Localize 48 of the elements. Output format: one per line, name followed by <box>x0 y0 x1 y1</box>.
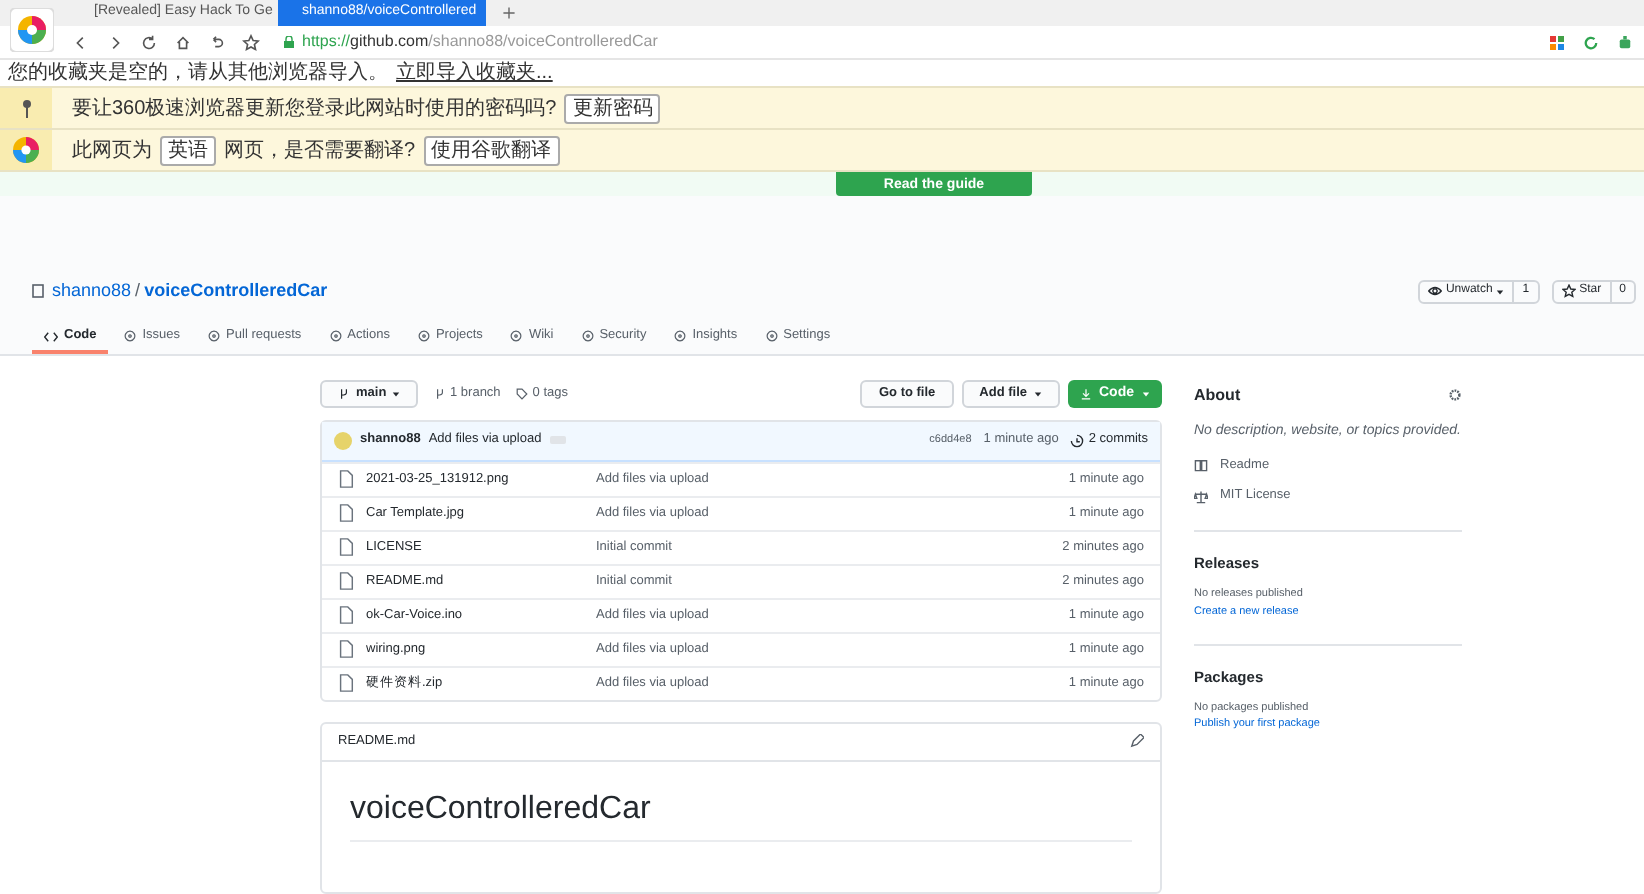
import-link[interactable]: 立即导入收藏夹... <box>396 61 553 85</box>
tab-icon <box>581 330 594 342</box>
language-button[interactable]: 英语 <box>160 135 216 165</box>
readme-heading: voiceControlleredCar <box>350 785 1132 841</box>
favorite-icon[interactable] <box>242 33 260 51</box>
infobar-message: 要让360极速浏览器更新您登录此网站时使用的密码吗? <box>72 95 557 123</box>
history-icon <box>1070 433 1085 447</box>
repo-icon <box>32 283 44 300</box>
tab-icon <box>417 330 430 342</box>
download-icon <box>1079 387 1091 399</box>
reload-icon[interactable] <box>140 33 158 51</box>
tab-icon <box>510 330 523 342</box>
browser-logo <box>10 8 54 52</box>
tab-icon <box>765 330 778 342</box>
infobar-button[interactable]: 使用谷歌翻译 <box>423 135 560 165</box>
repo-owner-link[interactable]: shanno88 <box>52 280 132 300</box>
settings-icon[interactable] <box>1448 388 1462 402</box>
caret-icon <box>1142 389 1150 397</box>
code-icon <box>44 329 58 343</box>
new-tab-icon[interactable] <box>502 6 516 20</box>
tab-icon <box>124 330 137 342</box>
eye-icon <box>1427 284 1442 299</box>
star-icon <box>1561 284 1576 299</box>
tab-icon <box>329 330 342 342</box>
refresh-icon[interactable] <box>1584 35 1598 49</box>
browser-logo <box>12 136 40 164</box>
home-icon[interactable] <box>174 33 192 51</box>
scale-icon <box>1194 489 1208 504</box>
undo-icon[interactable] <box>208 33 226 51</box>
path-separator: / <box>133 280 143 300</box>
bookmark-bar-message: 您的收藏夹是空的，请从其他浏览器导入。 <box>8 61 388 85</box>
tab-icon <box>674 330 687 342</box>
tag-icon <box>516 387 529 399</box>
avatar-icon <box>334 431 352 449</box>
lock-icon <box>284 36 294 48</box>
infobar-message: 此网页为 <box>72 137 152 165</box>
infobar-button[interactable]: 更新密码 <box>564 93 661 123</box>
caret-icon <box>392 389 401 397</box>
apps-icon[interactable] <box>1550 35 1564 49</box>
repo-name-link[interactable]: voiceControlleredCar <box>144 280 328 300</box>
book-icon <box>1194 457 1208 472</box>
edit-icon[interactable] <box>1130 734 1144 748</box>
about-heading: About <box>1194 383 1241 407</box>
caret-icon <box>1496 287 1505 296</box>
tab-icon <box>208 330 221 342</box>
address-url[interactable]: https://github.com/shanno88/voiceControlleredCar <box>302 30 658 54</box>
caret-icon <box>1033 389 1041 397</box>
infobar-message: 网页，是否需要翻译? <box>224 137 416 165</box>
